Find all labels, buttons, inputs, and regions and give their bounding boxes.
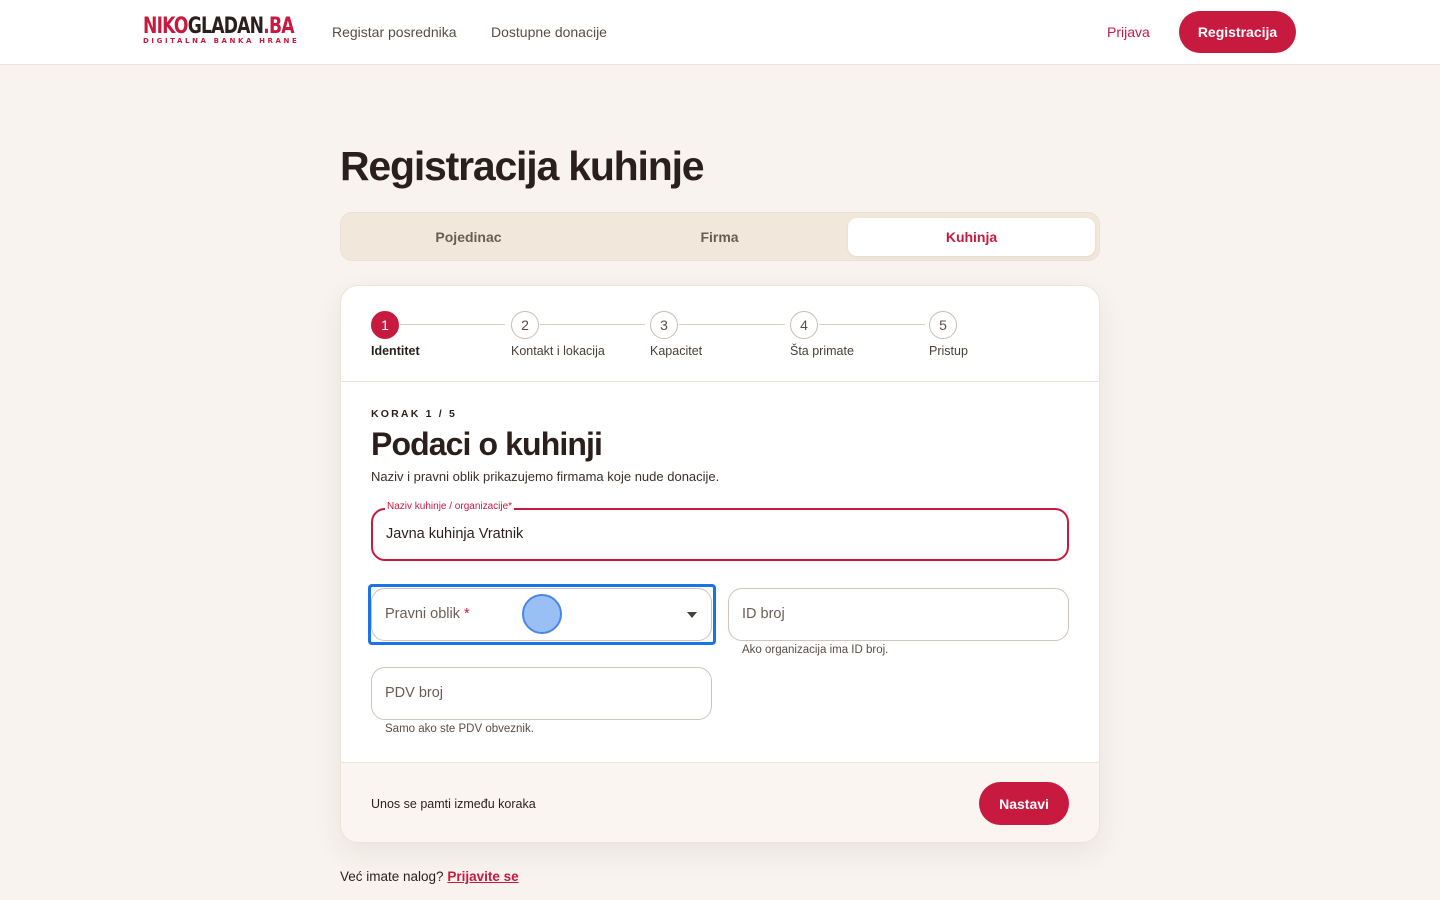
form-footer: Unos se pamti između koraka Nastavi [341, 762, 1099, 842]
logo-wordmark: NIKOGLADAN.BA [143, 14, 295, 39]
step-4-label: Šta primate [790, 344, 854, 358]
id-number-placeholder: ID broj [742, 606, 785, 622]
login-prompt: Već imate nalog? Prijavite se [340, 869, 519, 884]
pointer-cursor-indicator [522, 594, 562, 634]
id-number-field[interactable]: ID broj [728, 588, 1069, 641]
chevron-down-icon [687, 612, 697, 618]
step-connector [540, 324, 645, 325]
step-connector [679, 324, 785, 325]
registration-type-tabs: Pojedinac Firma Kuhinja [340, 212, 1100, 261]
tab-firma[interactable]: Firma [596, 218, 843, 256]
logo-tagline: DIGITALNA BANKA HRANE [143, 37, 300, 45]
step-connector [819, 324, 925, 325]
legal-form-placeholder: Pravni oblik * [385, 606, 470, 622]
register-button[interactable]: Registracija [1179, 11, 1296, 53]
nav-link-dostupne-donacije[interactable]: Dostupne donacije [491, 24, 607, 40]
section-description: Naziv i pravni oblik prikazujemo firmama… [371, 469, 720, 484]
vat-number-placeholder: PDV broj [385, 685, 444, 701]
site-logo[interactable]: NIKOGLADAN.BA DIGITALNA BANKA HRANE [143, 16, 336, 45]
autosave-note: Unos se pamti između koraka [371, 797, 536, 811]
tab-pojedinac[interactable]: Pojedinac [345, 218, 592, 256]
step-3-label: Kapacitet [650, 344, 703, 358]
kitchen-name-field[interactable]: Naziv kuhinje / organizacije* Javna kuhi… [371, 501, 1069, 561]
step-2-label: Kontakt i lokacija [511, 344, 605, 358]
step-1-indicator: 1 [371, 311, 399, 339]
continue-button[interactable]: Nastavi [979, 782, 1069, 825]
kitchen-name-label: Naziv kuhinje / organizacije* [385, 501, 515, 512]
stepper: 1 2 3 4 5 Identitet Kontakt i lokacija K… [341, 286, 1099, 382]
registration-form-card: 1 2 3 4 5 Identitet Kontakt i lokacija K… [340, 285, 1100, 843]
login-prompt-link[interactable]: Prijavite se [447, 869, 518, 884]
step-1-label: Identitet [371, 344, 420, 358]
section-title: Podaci o kuhinji [371, 426, 603, 462]
kitchen-name-value: Javna kuhinja Vratnik [386, 526, 524, 542]
vat-number-field[interactable]: PDV broj [371, 667, 712, 720]
step-5-indicator: 5 [929, 311, 957, 339]
step-5-label: Pristup [929, 344, 968, 358]
login-prompt-text: Već imate nalog? [340, 869, 444, 884]
step-3-indicator: 3 [650, 311, 678, 339]
step-connector [400, 324, 505, 325]
step-4-indicator: 4 [790, 311, 818, 339]
tab-kuhinja[interactable]: Kuhinja [848, 218, 1095, 256]
vat-number-helper: Samo ako ste PDV obveznik. [385, 723, 534, 735]
step-2-indicator: 2 [511, 311, 539, 339]
nav-link-registar-posrednika[interactable]: Registar posrednika [332, 24, 457, 40]
login-link[interactable]: Prijava [1107, 24, 1150, 40]
step-counter: KORAK 1 / 5 [371, 408, 458, 420]
id-number-helper: Ako organizacija ima ID broj. [742, 644, 889, 656]
top-navigation-bar: NIKOGLADAN.BA DIGITALNA BANKA HRANE Regi… [0, 0, 1440, 65]
page-title: Registracija kuhinje [340, 143, 705, 189]
